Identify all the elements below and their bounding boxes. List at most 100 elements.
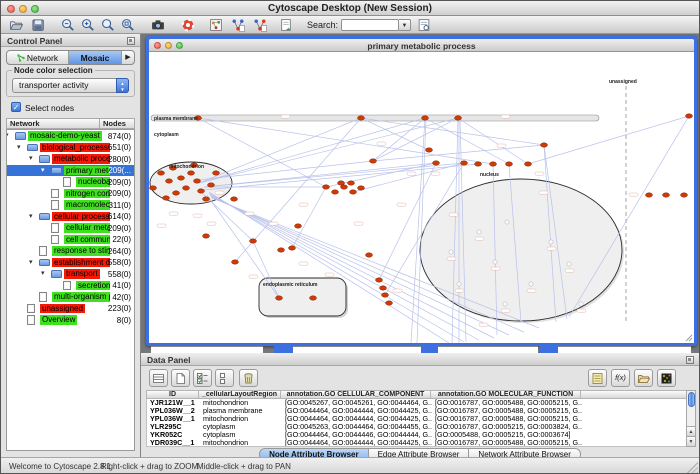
network-node[interactable] xyxy=(475,162,482,166)
network-node[interactable] xyxy=(231,197,238,201)
network-node[interactable] xyxy=(348,181,355,185)
table-scrollbar[interactable] xyxy=(686,390,696,447)
help-lifesaver-icon[interactable] xyxy=(181,18,195,32)
network-node-unselected[interactable] xyxy=(579,302,583,306)
tree-column-network[interactable]: Network xyxy=(6,118,99,129)
delete-attribute-trash-icon[interactable] xyxy=(239,369,258,387)
network-node[interactable] xyxy=(686,114,693,118)
network-node-unselected[interactable] xyxy=(505,220,509,224)
network-node-unselected[interactable] xyxy=(449,250,453,254)
tree-row[interactable]: macromolecule311(0) xyxy=(7,199,134,211)
network-node[interactable] xyxy=(203,234,210,238)
table-row[interactable]: YJR121W__1mitochondrion[GO:0045267, GO:0… xyxy=(147,399,687,407)
network-node-unselected[interactable] xyxy=(549,240,553,244)
network-node[interactable] xyxy=(163,196,170,200)
network-node[interactable] xyxy=(376,278,383,282)
network-node[interactable] xyxy=(178,176,185,180)
network-node[interactable] xyxy=(426,148,433,152)
background-window-fragment[interactable] xyxy=(151,346,263,353)
layout-blue-nodes-icon[interactable] xyxy=(231,18,245,32)
tree-expand-icon[interactable] xyxy=(29,212,33,220)
network-node[interactable] xyxy=(232,260,239,264)
tree-row[interactable]: transport558(0) xyxy=(7,268,134,280)
network-node[interactable] xyxy=(490,162,497,166)
open-file-icon[interactable] xyxy=(9,18,23,32)
network-node[interactable] xyxy=(382,293,389,297)
network-node[interactable] xyxy=(289,246,296,250)
zoom-out-icon[interactable] xyxy=(61,18,75,32)
network-canvas[interactable]: plasma membrane cytoplasm mitochondrion … xyxy=(149,52,694,343)
tree-column-nodes[interactable]: Nodes xyxy=(99,118,135,129)
tree-row[interactable]: primary metabo209(... xyxy=(7,165,134,177)
zoom-selected-icon[interactable] xyxy=(101,18,115,32)
network-node[interactable] xyxy=(358,186,365,190)
tree-row[interactable]: unassigned223(0) xyxy=(7,303,134,315)
network-node[interactable] xyxy=(173,191,180,195)
search-input[interactable] xyxy=(341,19,399,31)
network-node-unselected[interactable] xyxy=(529,282,533,286)
network-node[interactable] xyxy=(433,161,440,165)
tab-overflow-arrow[interactable] xyxy=(122,51,134,64)
network-node-unselected[interactable] xyxy=(493,260,497,264)
network-node-unselected[interactable] xyxy=(567,262,571,266)
network-node[interactable] xyxy=(461,161,468,165)
column-header[interactable]: annotation.GO CELLULAR_COMPONENT xyxy=(281,390,431,399)
background-window-fragment[interactable] xyxy=(293,346,421,353)
tree-row[interactable]: cellular metabo209(0) xyxy=(7,222,134,234)
tab-mosaic[interactable]: Mosaic xyxy=(69,51,122,64)
network-node[interactable] xyxy=(386,301,393,305)
network-node-unselected[interactable] xyxy=(457,282,461,286)
tree-expand-icon[interactable] xyxy=(41,269,45,277)
network-node[interactable] xyxy=(541,143,548,147)
network-node[interactable] xyxy=(213,171,220,175)
column-header[interactable]: _cellularLayoutRegion xyxy=(199,390,281,399)
background-window-fragment[interactable] xyxy=(558,346,691,353)
search-dropdown-arrow[interactable] xyxy=(399,19,411,31)
snapshot-camera-icon[interactable] xyxy=(151,18,165,32)
heatmap-view-icon[interactable] xyxy=(657,369,676,387)
attribute-report-icon[interactable] xyxy=(588,369,607,387)
network-node[interactable] xyxy=(525,162,532,166)
tree-row[interactable]: multi-organism pro42(0) xyxy=(7,291,134,303)
tree-row[interactable]: establishment of lo558(0) xyxy=(7,257,134,269)
scroll-up-button[interactable] xyxy=(687,426,695,436)
import-attributes-folder-icon[interactable] xyxy=(634,369,653,387)
save-session-icon[interactable] xyxy=(31,18,45,32)
unselect-attributes-icon[interactable] xyxy=(215,369,234,387)
search-options-icon[interactable] xyxy=(417,18,431,32)
background-window-fragment[interactable] xyxy=(438,346,538,353)
tree-row[interactable]: mosaic-demo-yeast874(0) xyxy=(7,130,134,142)
network-node[interactable] xyxy=(208,183,215,187)
scroll-down-button[interactable] xyxy=(687,436,695,446)
float-panel-icon[interactable] xyxy=(686,356,694,364)
zoom-in-icon[interactable] xyxy=(81,18,95,32)
network-node[interactable] xyxy=(158,171,165,175)
select-attributes-icon[interactable] xyxy=(149,369,168,387)
network-node[interactable] xyxy=(310,296,317,300)
tree-row[interactable]: secretion41(0) xyxy=(7,280,134,292)
network-view-window[interactable]: primary metabolic process plasma membran… xyxy=(146,36,697,346)
tree-row[interactable]: nucleobase-209(0) xyxy=(7,176,134,188)
tree-row[interactable]: response to stimul264(0) xyxy=(7,245,134,257)
network-node[interactable] xyxy=(380,286,387,290)
tree-expand-icon[interactable] xyxy=(29,154,33,162)
table-row[interactable]: YLR295Ccytoplasm[GO:0045263, GO:0044464,… xyxy=(147,423,687,431)
network-node[interactable] xyxy=(278,248,285,252)
network-node[interactable] xyxy=(370,159,377,163)
network-node[interactable] xyxy=(295,224,302,228)
network-node[interactable] xyxy=(366,253,373,257)
tree-expand-icon[interactable] xyxy=(6,131,9,139)
network-node[interactable] xyxy=(166,179,173,183)
zoom-fit-icon[interactable] xyxy=(121,18,135,32)
tab-network[interactable]: Network xyxy=(7,51,69,64)
node-color-dropdown[interactable]: transporter activity xyxy=(12,78,129,93)
network-overview-icon[interactable] xyxy=(209,18,223,32)
network-node[interactable] xyxy=(350,190,357,194)
network-node[interactable] xyxy=(663,193,670,197)
select-nodes-checkbox[interactable] xyxy=(11,102,21,112)
network-window-titlebar[interactable]: primary metabolic process xyxy=(149,39,694,52)
tree-expand-icon[interactable] xyxy=(29,258,33,266)
table-row[interactable]: YDR039C__1mitochondrion[GO:0044464, GO:0… xyxy=(147,439,687,447)
network-node[interactable] xyxy=(455,116,462,120)
network-node[interactable] xyxy=(422,116,429,120)
